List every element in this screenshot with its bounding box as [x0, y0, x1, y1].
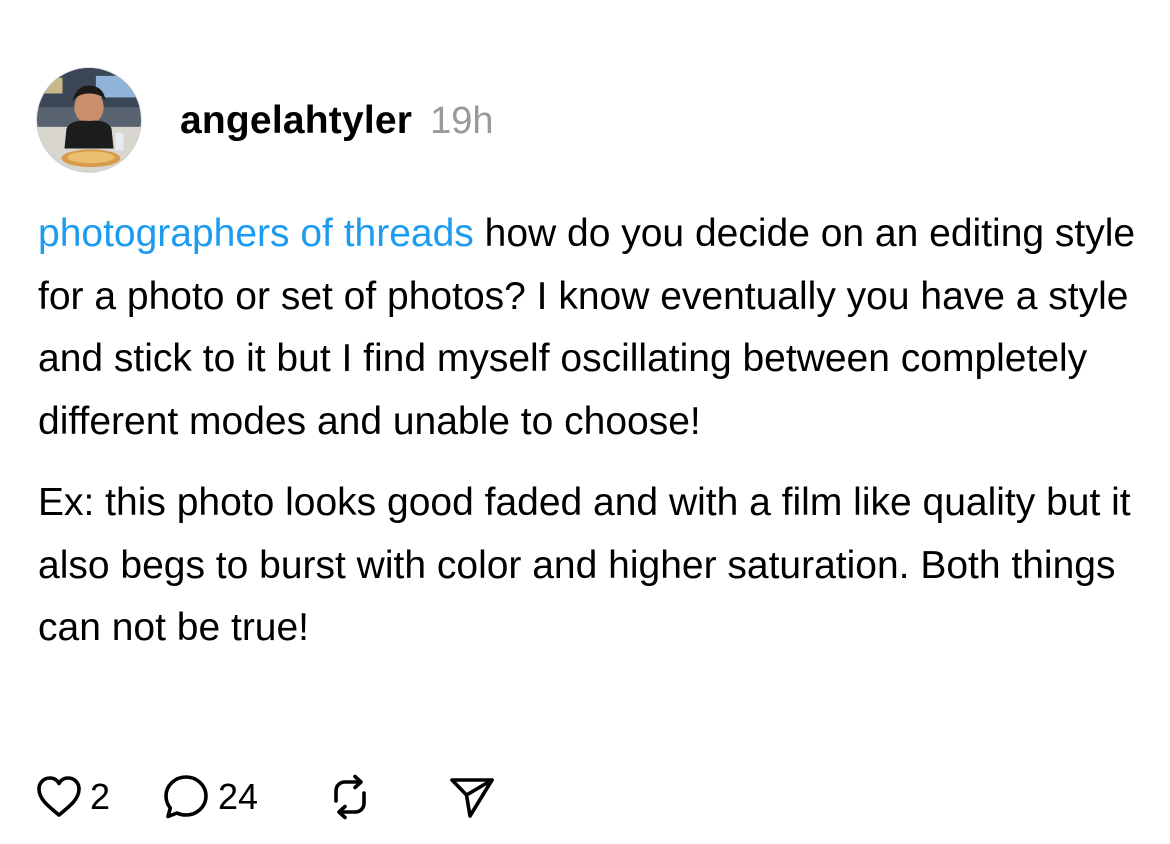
post-paragraph-1: photographers of threads how do you deci… — [38, 203, 1138, 453]
topic-tag[interactable]: photographers of threads — [38, 212, 474, 255]
username[interactable]: angelahtyler — [180, 99, 412, 143]
repost-icon — [334, 774, 366, 820]
post-paragraph-2: Ex: this photo looks good faded and with… — [38, 481, 1131, 649]
thread-post: angelahtyler 19h photographers of thread… — [0, 0, 1170, 844]
post-time: 19h — [430, 100, 494, 142]
comment-bubble-icon — [164, 775, 208, 819]
avatar-photo — [37, 68, 141, 172]
action-bar: 2 24 — [36, 770, 496, 824]
post-header: angelahtyler 19h — [36, 66, 494, 174]
avatar[interactable] — [36, 67, 142, 173]
repost-button[interactable] — [326, 773, 374, 821]
send-icon — [450, 778, 494, 818]
post-meta: angelahtyler 19h — [180, 99, 494, 143]
like-count: 2 — [90, 776, 111, 817]
heart-icon — [37, 776, 81, 817]
like-button[interactable]: 2 — [36, 775, 110, 819]
share-button[interactable] — [448, 773, 496, 821]
post-body: photographers of threads how do you deci… — [38, 203, 1138, 660]
reply-count: 24 — [218, 776, 259, 817]
reply-button[interactable]: 24 — [162, 773, 258, 821]
